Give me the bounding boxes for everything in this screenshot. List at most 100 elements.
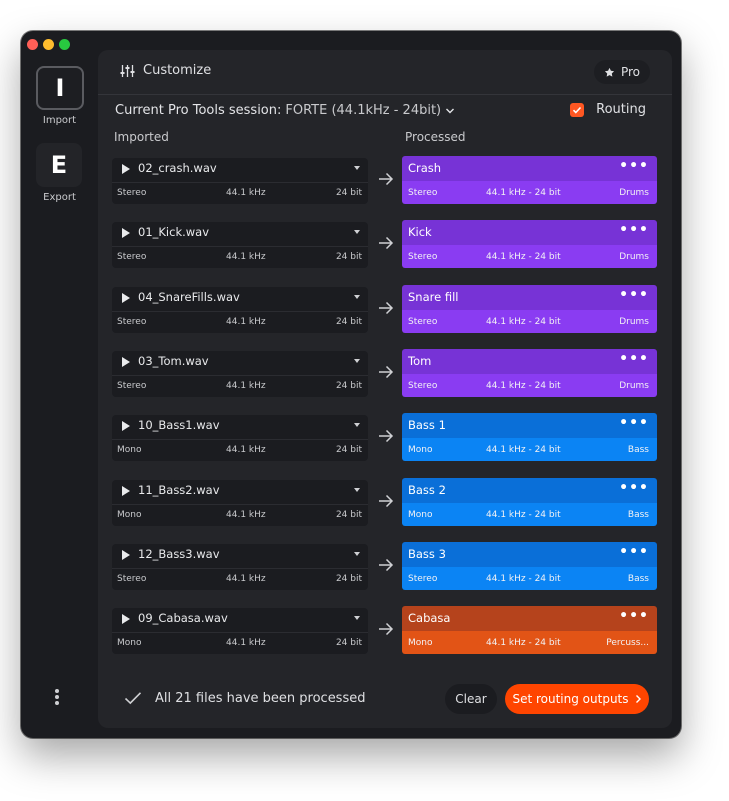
caret-down-icon[interactable]: [354, 358, 360, 363]
processed-channel-format: Stereo: [408, 252, 438, 263]
arrow-right-icon: [379, 430, 394, 443]
more-horizontal-icon[interactable]: •••: [619, 415, 649, 431]
track-group: Bass: [627, 509, 649, 520]
arrow-right-icon: [379, 365, 394, 378]
caret-down-icon[interactable]: [354, 551, 360, 556]
sliders-icon: [120, 64, 135, 77]
arrow-right-icon: [379, 237, 394, 250]
import-button[interactable]: I: [36, 66, 84, 110]
status-text: All 21 files have been processed: [155, 691, 366, 706]
file-row: 04_SnareFills.wav Stereo 44.1 kHz 24 bit Sna…: [112, 284, 658, 335]
processed-track-card[interactable]: Bass 1 ••• Mono 44.1 kHz - 24 bit Bass: [402, 413, 657, 462]
caret-down-icon[interactable]: [354, 616, 360, 621]
caret-down-icon[interactable]: [354, 487, 360, 492]
processed-track-card[interactable]: Cabasa ••• Mono 44.1 kHz - 24 bit Percuss...: [402, 606, 657, 655]
routing-checkbox[interactable]: [570, 102, 585, 117]
processed-track-card[interactable]: Kick ••• Stereo 44.1 kHz - 24 bit Drums: [402, 220, 657, 269]
bit-depth: 24 bit: [335, 509, 362, 520]
sample-rate: 44.1 kHz: [226, 509, 266, 520]
play-icon[interactable]: [122, 485, 130, 496]
more-horizontal-icon[interactable]: •••: [619, 480, 649, 496]
pro-button[interactable]: Pro: [593, 60, 650, 84]
more-horizontal-icon[interactable]: •••: [619, 544, 649, 560]
processed-channel-format: Mono: [408, 509, 433, 520]
customize-button[interactable]: Customize: [120, 63, 211, 78]
imported-file-card[interactable]: 01_Kick.wav Stereo 44.1 kHz 24 bit: [112, 222, 368, 269]
more-horizontal-icon[interactable]: •••: [619, 158, 649, 174]
app-window: I Import E Export Customize Pro Current …: [21, 31, 681, 738]
arrow-right-icon: [379, 558, 394, 571]
processed-track-name: Bass 1: [408, 418, 446, 433]
more-horizontal-icon[interactable]: •••: [619, 222, 649, 238]
play-icon[interactable]: [122, 421, 130, 432]
imported-file-card[interactable]: 11_Bass2.wav Mono 44.1 kHz 24 bit: [112, 479, 368, 526]
clear-button[interactable]: Clear: [445, 684, 497, 714]
play-icon[interactable]: [122, 228, 130, 239]
sample-rate: 44.1 kHz: [226, 638, 266, 649]
track-group: Drums: [619, 316, 649, 327]
caret-down-icon[interactable]: [354, 294, 360, 299]
session-label: Current Pro Tools session:: [115, 103, 282, 118]
divider: [112, 310, 368, 312]
set-routing-outputs-button[interactable]: Set routing outputs: [505, 684, 649, 714]
channel-format: Mono: [117, 638, 142, 649]
play-icon[interactable]: [122, 164, 130, 174]
main-panel: Customize Pro Current Pro Tools session:…: [98, 50, 672, 728]
imported-file-card[interactable]: 02_crash.wav Stereo 44.1 kHz 24 bit: [112, 158, 368, 204]
processed-format: 44.1 kHz - 24 bit: [486, 445, 561, 456]
imported-file-card[interactable]: 12_Bass3.wav Stereo 44.1 kHz 24 bit: [112, 543, 368, 590]
channel-format: Stereo: [117, 380, 147, 391]
routing-toggle[interactable]: Routing: [570, 102, 646, 117]
channel-format: Stereo: [117, 573, 147, 584]
track-group: Drums: [619, 188, 649, 198]
divider: [112, 374, 368, 376]
session-selector[interactable]: Current Pro Tools session: FORTE (44.1kH…: [115, 103, 455, 118]
divider: [112, 246, 368, 248]
more-options-icon[interactable]: [55, 687, 59, 707]
processed-track-card[interactable]: Bass 2 ••• Mono 44.1 kHz - 24 bit Bass: [402, 477, 657, 526]
export-button[interactable]: E: [36, 143, 82, 187]
play-icon[interactable]: [122, 549, 130, 560]
play-icon[interactable]: [122, 614, 130, 625]
sample-rate: 44.1 kHz: [226, 380, 266, 391]
check-icon: [573, 106, 582, 114]
more-horizontal-icon[interactable]: •••: [619, 608, 649, 624]
session-name: FORTE (44.1kHz - 24bit): [285, 103, 442, 118]
imported-file-card[interactable]: 03_Tom.wav Stereo 44.1 kHz 24 bit: [112, 350, 368, 397]
processed-track-card[interactable]: Crash ••• Stereo 44.1 kHz - 24 bit Drums: [402, 156, 657, 204]
imported-column-header: Imported: [114, 130, 169, 144]
export-label: Export: [43, 192, 76, 203]
more-horizontal-icon[interactable]: •••: [619, 287, 649, 303]
bit-depth: 24 bit: [335, 445, 362, 456]
imported-file-card[interactable]: 04_SnareFills.wav Stereo 44.1 kHz 24 bit: [112, 286, 368, 333]
channel-format: Stereo: [117, 252, 147, 263]
file-row: 03_Tom.wav Stereo 44.1 kHz 24 bit Tom ••• Ster…: [112, 348, 658, 399]
arrow-right-icon: [379, 494, 394, 507]
processed-track-card[interactable]: Bass 3 ••• Stereo 44.1 kHz - 24 bit Bass: [402, 541, 657, 590]
sample-rate: 44.1 kHz: [226, 445, 266, 456]
caret-down-icon[interactable]: [354, 230, 360, 235]
more-horizontal-icon[interactable]: •••: [619, 351, 649, 367]
processed-track-card[interactable]: Snare fill ••• Stereo 44.1 kHz - 24 bit Drum…: [402, 284, 657, 333]
track-group: Drums: [619, 252, 649, 263]
play-icon[interactable]: [122, 356, 130, 367]
track-group: Percuss...: [606, 638, 649, 649]
imported-file-card[interactable]: 10_Bass1.wav Mono 44.1 kHz 24 bit: [112, 415, 368, 462]
processed-format: 44.1 kHz - 24 bit: [486, 188, 561, 198]
divider: [112, 182, 368, 183]
caret-down-icon[interactable]: [354, 423, 360, 428]
processed-channel-format: Stereo: [408, 380, 438, 391]
processed-track-card[interactable]: Tom ••• Stereo 44.1 kHz - 24 bit Drums: [402, 348, 657, 397]
caret-down-icon[interactable]: [354, 166, 360, 170]
processed-track-name: Bass 2: [408, 482, 446, 497]
imported-file-card[interactable]: 09_Cabasa.wav Mono 44.1 kHz 24 bit: [112, 608, 368, 655]
processed-format: 44.1 kHz - 24 bit: [486, 380, 561, 391]
pro-label: Pro: [620, 65, 640, 79]
arrow-right-icon: [379, 172, 394, 186]
bit-depth: 24 bit: [335, 573, 362, 584]
track-group: Bass: [627, 445, 649, 456]
routing-label: Routing: [596, 102, 646, 117]
play-icon[interactable]: [122, 292, 130, 303]
file-row: 12_Bass3.wav Stereo 44.1 kHz 24 bit Bass 3 ••…: [112, 541, 658, 592]
check-icon: [124, 690, 142, 709]
